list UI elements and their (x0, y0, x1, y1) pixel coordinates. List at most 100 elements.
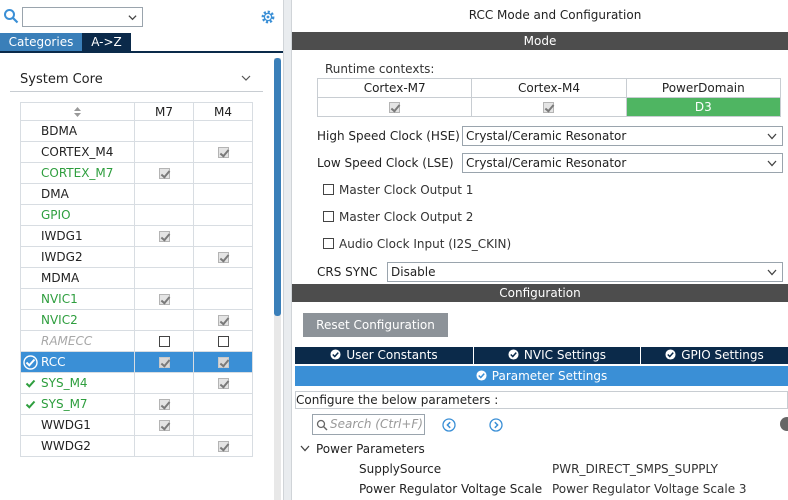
table-row[interactable]: CORTEX_M4 (20, 141, 253, 163)
ip-m4-cell[interactable] (193, 183, 253, 205)
ip-m7-checkbox[interactable] (158, 336, 170, 347)
ip-m4-cell[interactable] (193, 204, 253, 226)
toggle-button[interactable] (780, 417, 788, 431)
table-row[interactable]: IWDG2 (20, 246, 253, 268)
ip-m7-cell[interactable] (134, 330, 194, 352)
ip-m4-cell[interactable] (193, 225, 253, 247)
ip-m4-cell[interactable] (193, 372, 253, 394)
ip-m4-cell[interactable] (193, 435, 253, 457)
ip-name-cell[interactable]: DMA (20, 183, 135, 205)
ip-name-cell[interactable]: MDMA (20, 267, 135, 289)
parameter-search-input[interactable]: Search (Ctrl+F) (312, 414, 425, 435)
ip-m7-cell[interactable] (134, 120, 194, 142)
ip-name-cell[interactable]: SYS_M7 (20, 393, 135, 415)
ip-m4-cell[interactable] (193, 351, 253, 373)
column-header-m7[interactable]: M7 (134, 102, 194, 121)
ip-name-cell[interactable]: BDMA (20, 120, 135, 142)
table-row[interactable]: NVIC2 (20, 309, 253, 331)
tab-nvic-settings[interactable]: NVIC Settings (474, 347, 640, 364)
ip-m7-checkbox[interactable] (158, 357, 170, 368)
ip-name-cell[interactable]: CORTEX_M7 (20, 162, 135, 184)
table-row[interactable]: IWDG1 (20, 225, 253, 247)
audio-clock-input-checkbox[interactable] (323, 238, 334, 249)
ip-m7-cell[interactable] (134, 372, 194, 394)
table-row[interactable]: RAMECC (20, 330, 253, 352)
ip-m7-checkbox[interactable] (158, 168, 170, 179)
table-row[interactable]: WWDG2 (20, 435, 253, 457)
master-clock-output-2-option[interactable]: Master Clock Output 2 (323, 210, 473, 224)
ip-m7-cell[interactable] (134, 309, 194, 331)
left-scrollbar-thumb[interactable] (274, 58, 281, 316)
ip-m4-cell[interactable] (193, 162, 253, 184)
table-row[interactable]: SYS_M4 (20, 372, 253, 394)
ip-m4-cell[interactable] (193, 246, 253, 268)
table-row[interactable]: MDMA (20, 267, 253, 289)
ip-m4-checkbox[interactable] (217, 315, 229, 326)
ip-m4-checkbox[interactable] (217, 357, 229, 368)
master-clock-output-1-checkbox[interactable] (323, 184, 334, 195)
ip-m7-cell[interactable] (134, 267, 194, 289)
context-cortex-m7-checkbox[interactable] (389, 102, 401, 113)
ip-m7-cell[interactable] (134, 225, 194, 247)
param-supply-source-value[interactable]: PWR_DIRECT_SMPS_SUPPLY (552, 462, 718, 476)
ip-name-cell[interactable]: GPIO (20, 204, 135, 226)
ip-m7-checkbox[interactable] (158, 294, 170, 305)
ip-m4-checkbox[interactable] (217, 441, 229, 452)
ip-name-cell[interactable]: RAMECC (20, 330, 135, 352)
ip-m7-cell[interactable] (134, 414, 194, 436)
crs-sync-select[interactable]: Disable (387, 262, 783, 282)
ip-m7-checkbox[interactable] (158, 420, 170, 431)
left-scrollbar[interactable] (274, 58, 281, 500)
ip-name-cell[interactable]: IWDG1 (20, 225, 135, 247)
ip-m7-checkbox[interactable] (158, 231, 170, 242)
ip-m4-cell[interactable] (193, 120, 253, 142)
table-row[interactable]: SYS_M7 (20, 393, 253, 415)
table-row[interactable]: GPIO (20, 204, 253, 226)
tab-gpio-settings[interactable]: GPIO Settings (641, 347, 788, 364)
ip-m4-cell[interactable] (193, 393, 253, 415)
ip-m7-cell[interactable] (134, 435, 194, 457)
power-parameters-group[interactable]: Power Parameters (300, 442, 425, 456)
ip-m4-cell[interactable] (193, 141, 253, 163)
ip-name-cell[interactable]: NVIC1 (20, 288, 135, 310)
ip-m4-cell[interactable] (193, 309, 253, 331)
ip-m7-cell[interactable] (134, 288, 194, 310)
ip-name-cell[interactable]: IWDG2 (20, 246, 135, 268)
category-system-core[interactable]: System Core (10, 67, 263, 92)
next-result-icon[interactable] (489, 418, 503, 432)
table-row[interactable]: CORTEX_M7 (20, 162, 253, 184)
ip-m7-cell[interactable] (134, 204, 194, 226)
tab-parameter-settings[interactable]: Parameter Settings (295, 366, 788, 386)
context-cortex-m4-cell[interactable] (471, 97, 627, 117)
table-row[interactable]: WWDG1 (20, 414, 253, 436)
table-row[interactable]: BDMA (20, 120, 253, 142)
master-clock-output-1-option[interactable]: Master Clock Output 1 (323, 183, 473, 197)
ip-name-cell[interactable]: CORTEX_M4 (20, 141, 135, 163)
ip-name-cell[interactable]: WWDG1 (20, 414, 135, 436)
ip-m4-checkbox[interactable] (217, 147, 229, 158)
context-cortex-m4-checkbox[interactable] (543, 102, 555, 113)
hse-select[interactable]: Crystal/Ceramic Resonator (462, 126, 783, 146)
table-row[interactable]: RCC (20, 351, 253, 373)
ip-m7-cell[interactable] (134, 141, 194, 163)
ip-m7-cell[interactable] (134, 351, 194, 373)
table-row[interactable]: NVIC1 (20, 288, 253, 310)
ip-name-cell[interactable]: RCC (20, 351, 135, 373)
previous-result-icon[interactable] (442, 418, 456, 432)
tab-user-constants[interactable]: User Constants (295, 347, 473, 364)
ip-m4-cell[interactable] (193, 330, 253, 352)
lse-select[interactable]: Crystal/Ceramic Resonator (462, 153, 783, 173)
ip-m4-cell[interactable] (193, 414, 253, 436)
context-powerdomain-value[interactable]: D3 (625, 97, 782, 117)
ip-m4-checkbox[interactable] (217, 336, 229, 347)
ip-m4-checkbox[interactable] (217, 378, 229, 389)
param-voltage-scale-value[interactable]: Power Regulator Voltage Scale 3 (552, 482, 747, 496)
sort-header[interactable] (20, 102, 135, 121)
audio-clock-input-option[interactable]: Audio Clock Input (I2S_CKIN) (323, 237, 511, 251)
ip-name-cell[interactable]: WWDG2 (20, 435, 135, 457)
panel-divider[interactable] (283, 0, 292, 500)
ip-m7-cell[interactable] (134, 246, 194, 268)
tab-a-to-z[interactable]: A->Z (82, 33, 131, 51)
ip-m7-checkbox[interactable] (158, 399, 170, 410)
gear-icon[interactable] (260, 9, 276, 25)
